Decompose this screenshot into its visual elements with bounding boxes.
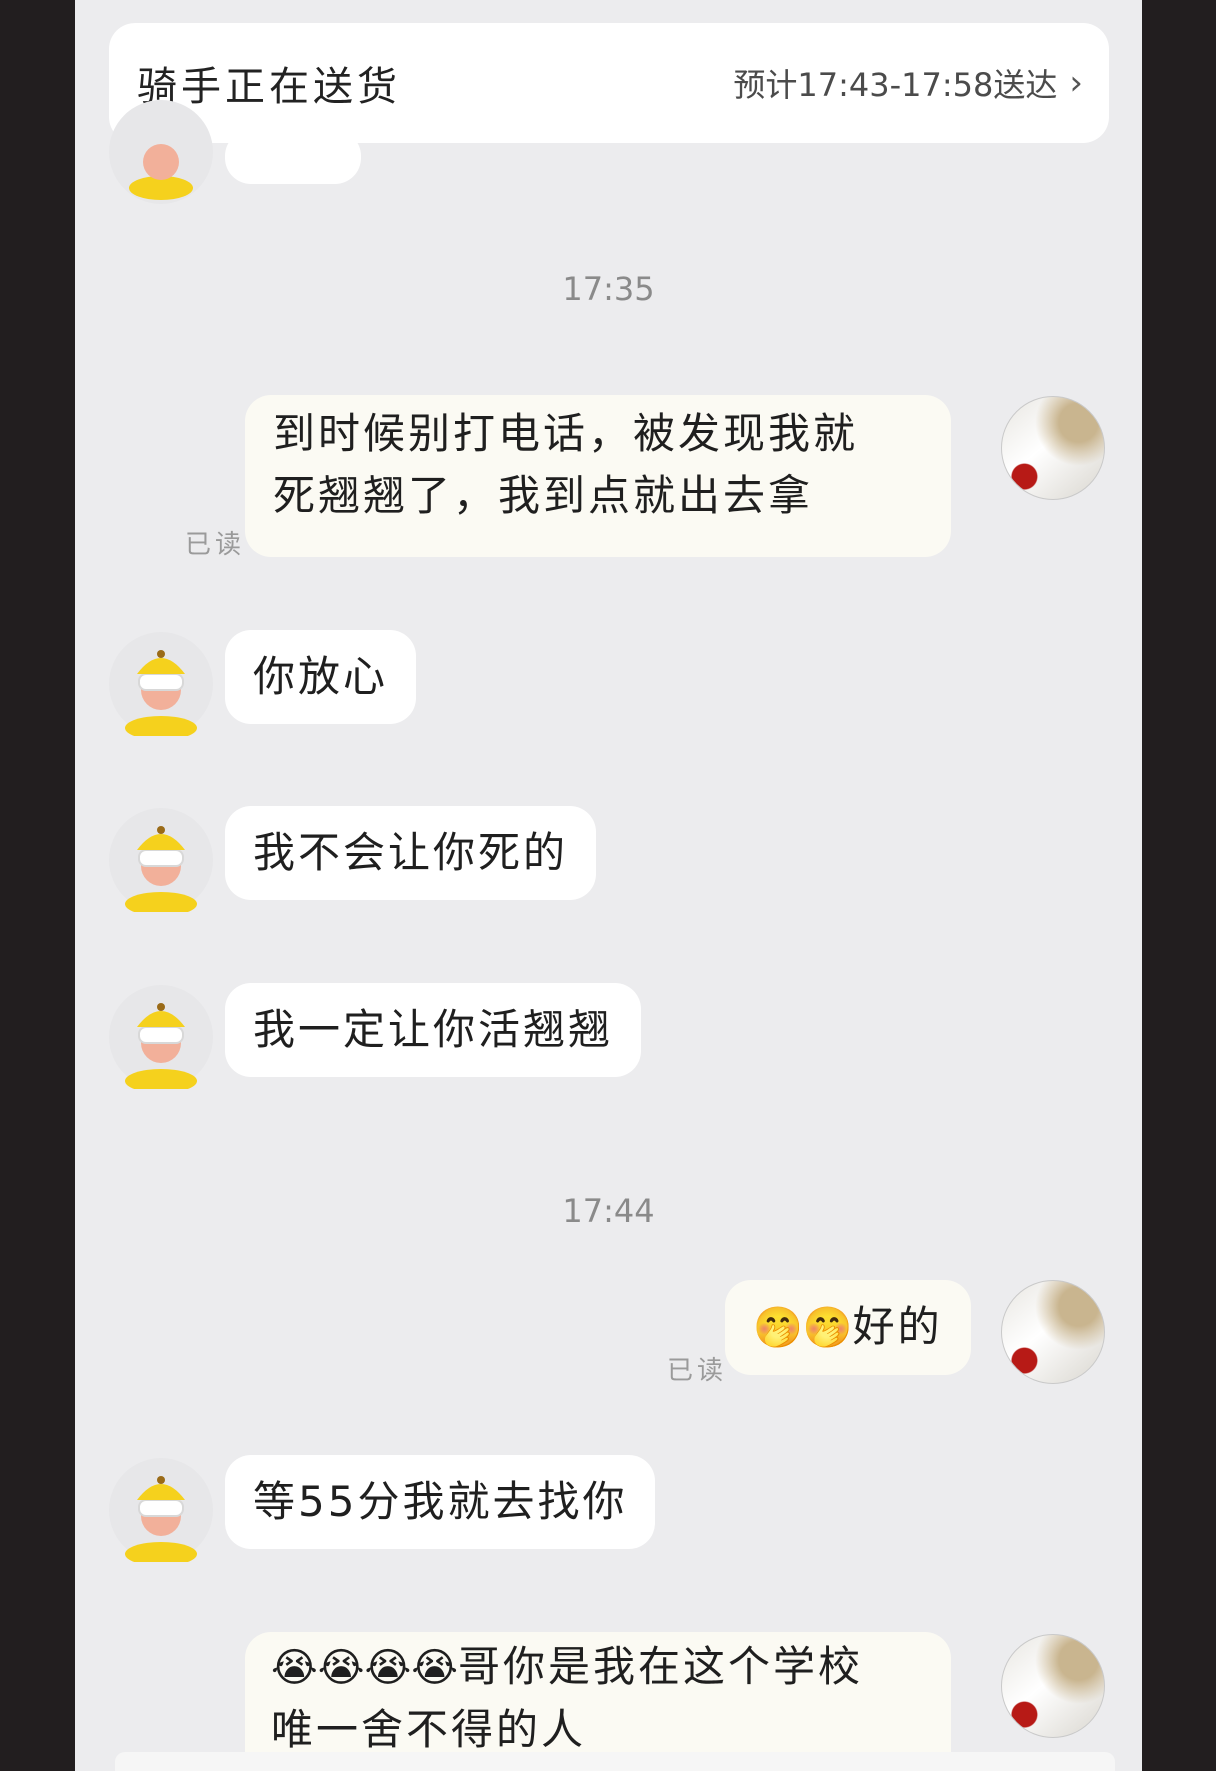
message-text: 我不会让你死的 <box>253 828 569 877</box>
message-text: 我一定让你活翘翘 <box>253 1005 614 1054</box>
rider-avatar-icon <box>125 1003 197 1093</box>
message-bubble-rider[interactable]: 你放心 <box>225 630 417 724</box>
message-bubble-partial[interactable] <box>225 130 361 184</box>
rider-avatar-icon <box>129 144 193 200</box>
rider-avatar[interactable] <box>109 100 213 204</box>
message-line: 😭😭😭😭哥你是我在这个学校 <box>271 1636 925 1699</box>
message-text: 等55分我就去找你 <box>253 1477 628 1526</box>
input-bar-edge <box>115 1752 1115 1771</box>
user-avatar[interactable] <box>1001 1280 1105 1384</box>
rider-avatar-icon <box>125 826 197 916</box>
message-bubble-user[interactable]: 🤭🤭好的 <box>725 1280 971 1375</box>
message-bubble-rider[interactable]: 我不会让你死的 <box>225 806 597 900</box>
message-text: 哥你是我在这个学校 <box>457 1642 863 1691</box>
message-bubble-user[interactable]: 到时候别打电话，被发现我就 死翘翘了，我到点就出去拿 <box>245 395 951 557</box>
rider-avatar[interactable] <box>109 808 213 916</box>
rider-avatar[interactable] <box>109 985 213 1093</box>
read-receipt: 已读 <box>185 530 246 560</box>
emoji-crying: 😭😭😭😭 <box>271 1645 458 1691</box>
message-line: 死翘翘了，我到点就出去拿 <box>273 471 814 520</box>
read-receipt: 已读 <box>667 1356 728 1386</box>
rider-avatar[interactable] <box>109 1458 213 1566</box>
message-text: 你放心 <box>253 652 389 701</box>
eta-link[interactable]: 预计17:43-17:58送达 › <box>733 60 1083 106</box>
delivery-status-card[interactable]: 骑手正在送货 预计17:43-17:58送达 › <box>109 23 1109 143</box>
emoji-giggle: 🤭🤭 <box>753 1305 853 1351</box>
message-bubble-rider[interactable]: 等55分我就去找你 <box>225 1455 656 1549</box>
rider-avatar-icon <box>125 650 197 740</box>
timestamp: 17:35 <box>562 270 655 308</box>
user-avatar[interactable] <box>1001 1634 1105 1738</box>
message-line: 到时候别打电话，被发现我就 <box>273 409 859 458</box>
message-bubble-user[interactable]: 😭😭😭😭哥你是我在这个学校 唯一舍不得的人 <box>245 1632 951 1771</box>
chat-screen: 骑手正在送货 预计17:43-17:58送达 › 17:35 到时候别打电话，被… <box>75 0 1142 1771</box>
message-bubble-rider[interactable]: 我一定让你活翘翘 <box>225 983 642 1077</box>
chevron-right-icon: › <box>1069 63 1083 103</box>
message-text: 好的 <box>852 1302 943 1351</box>
eta-text: 预计17:43-17:58送达 <box>733 66 1058 104</box>
rider-avatar[interactable] <box>109 632 213 740</box>
timestamp: 17:44 <box>562 1192 655 1230</box>
rider-avatar-icon <box>125 1476 197 1566</box>
user-avatar[interactable] <box>1001 396 1105 500</box>
